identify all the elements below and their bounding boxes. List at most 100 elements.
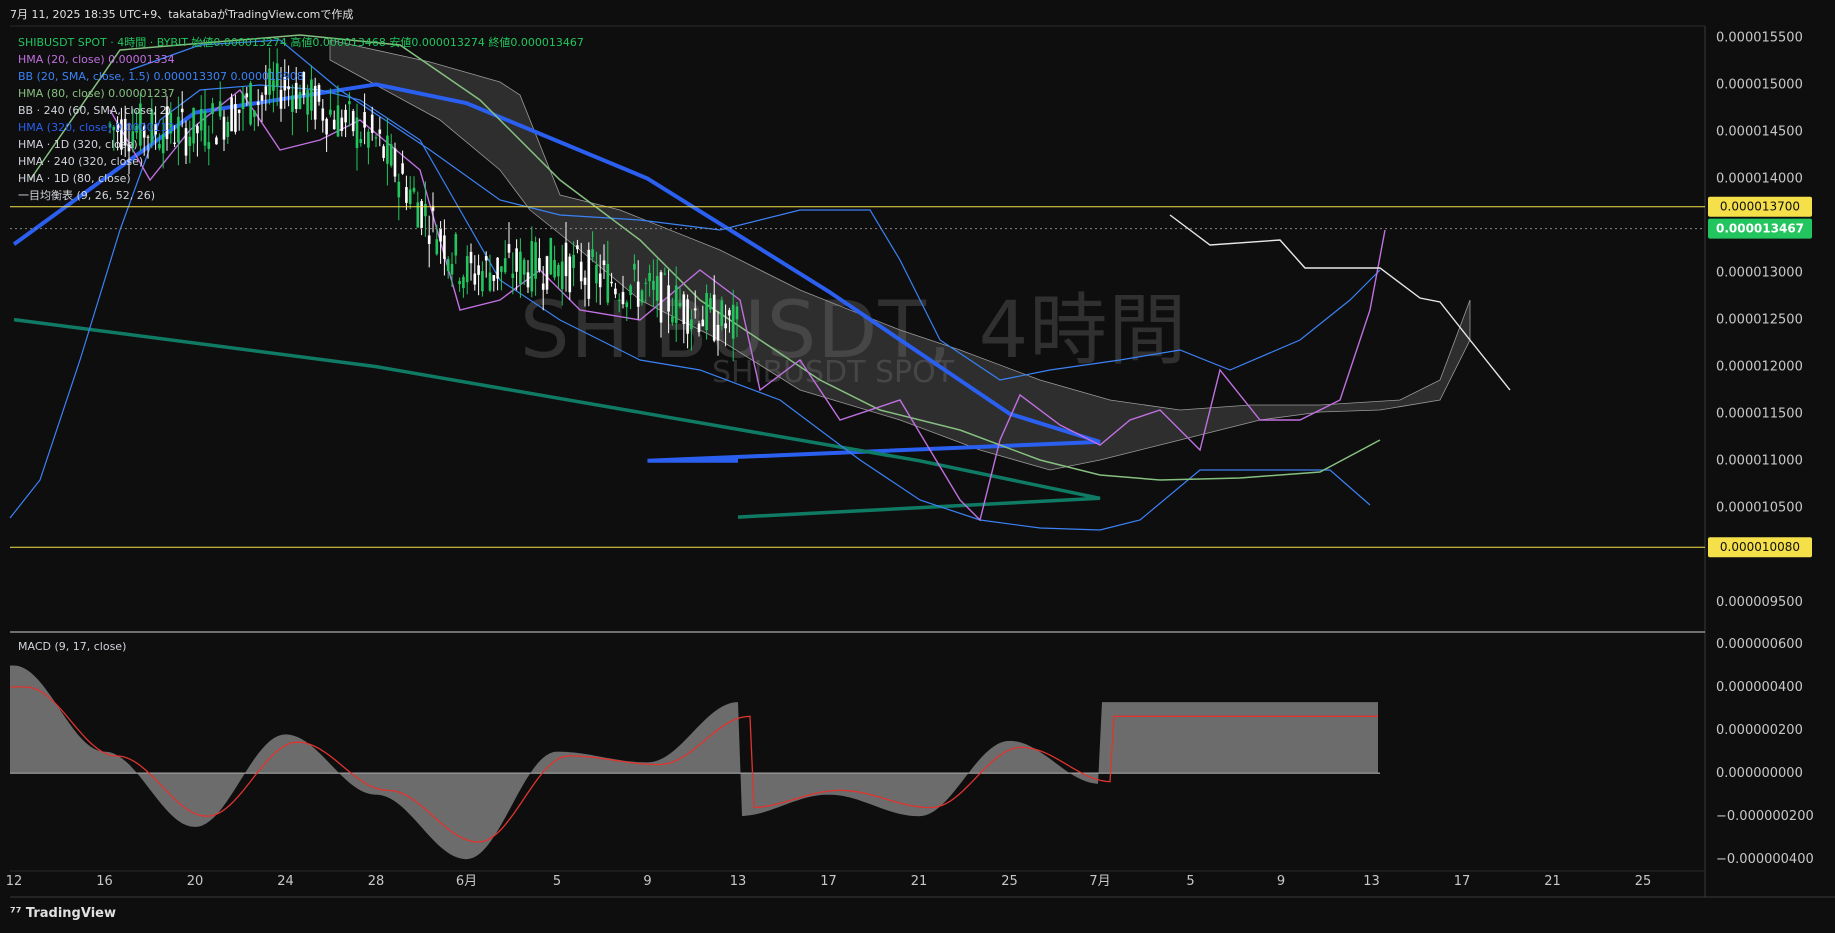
candle-body [488,272,492,291]
candle-body [576,245,579,250]
candle-body [583,277,587,285]
candle-body [709,298,712,310]
candle-body [663,273,667,275]
time-tick-label: 5 [553,874,561,889]
candle-body [484,256,488,261]
price-tick-label: 0.000012500 [1716,313,1803,328]
time-tick-label: 9 [1277,874,1285,889]
legend-main: SHIBUSDT SPOT · 4時間 · BYBIT 始値0.00001327… [18,36,584,49]
candle-body [655,276,659,301]
legend-hma320: HMA (320, close) 0.0000112 [18,121,175,134]
candle-body [439,228,442,242]
tradingview-logo[interactable]: ⁷⁷ TradingView [10,906,116,921]
candle-body [686,299,689,334]
price-tick-label: 0.000009500 [1716,595,1803,610]
price-axis: 0.000015500 0.000015000 0.000014500 0.00001… [1716,30,1814,867]
time-tick-label: 6月 [456,874,477,889]
macd-tick-label: 0.000000600 [1716,637,1803,652]
legend-bb: BB (20, SMA, close, 1.5) 0.000013307 0.0… [18,70,304,83]
candle-body [587,249,591,299]
candle-body [553,260,556,278]
time-tick-label: 25 [1001,874,1018,889]
candle-body [519,251,522,285]
macd-tick-label: −0.000000200 [1716,809,1814,824]
candle-body [693,308,697,311]
price-tick-label: 0.000011500 [1716,407,1803,422]
price-tick-label: 0.000011000 [1716,454,1803,469]
candle-body [598,273,602,288]
candle-body [507,244,511,253]
candle-body [534,242,537,279]
legend-bb240: BB · 240 (60, SMA, close, 2) [18,104,171,117]
candle-body [446,259,450,272]
candle-body [602,260,606,266]
candle-body [701,319,705,327]
candle-body [591,249,594,258]
candle-body [503,258,507,273]
level-price-label: 0.000010080 [1720,540,1800,554]
projection-line [1169,214,1511,391]
candle-body [629,285,632,296]
last-price-label: 0.000013467 [1716,222,1804,236]
candle-body [568,256,572,293]
legend-ichimoku: 一目均衡表 (9, 26, 52, 26) [18,189,156,202]
candle-body [712,294,716,341]
time-tick-label: 17 [820,874,837,889]
legend-hma1d320: HMA · 1D (320, close) [18,138,138,151]
level-price-label: 0.000013700 [1720,200,1800,214]
candle-body [435,239,439,255]
indicator-legend[interactable]: SHIBUSDT SPOT · 4時間 · BYBIT 始値0.00001327… [18,34,584,204]
candle-body [682,294,686,325]
time-tick-label: 20 [187,874,204,889]
candle-body [424,203,427,217]
candle-body [697,323,701,333]
candle-body [473,273,477,285]
tv-logo-icon: ⁷⁷ [10,906,26,921]
time-tick-label: 13 [1363,874,1380,889]
candle-body [621,292,625,305]
candle-body [515,248,518,272]
candle-body [572,254,575,269]
time-tick-label: 16 [96,874,113,889]
price-tick-label: 0.000014000 [1716,172,1803,187]
candle-body [667,285,670,312]
time-tick-label: 12 [6,874,23,889]
candle-body [716,324,720,341]
time-tick-label: 13 [730,874,747,889]
candle-body [595,264,598,284]
macd-tick-label: 0.000000400 [1716,680,1803,695]
candle-body [617,299,621,301]
candle-body [557,264,560,277]
time-tick-label: 9 [643,874,651,889]
candle-body [469,251,473,264]
macd-legend: MACD (9, 17, close) [18,640,127,653]
time-tick-label: 5 [1186,874,1194,889]
macd-histogram-area [10,665,1378,860]
candle-body [538,258,541,271]
price-tick-label: 0.000010500 [1716,501,1803,516]
candle-body [496,257,499,279]
macd-pane [10,665,1378,860]
candle-body [579,261,583,282]
candle-body [526,272,530,288]
candle-body [705,292,708,331]
candle-body [511,273,515,279]
candle-body [690,319,693,330]
candle-body [500,266,503,272]
candle-body [648,272,651,282]
price-tick-label: 0.000012000 [1716,360,1803,375]
legend-hma1d80: HMA · 1D (80, close) [18,172,131,185]
candle-body [678,303,682,307]
candle-body [545,256,549,290]
candle-body [625,302,629,308]
price-tick-label: 0.000013000 [1716,266,1803,281]
candle-body [454,234,458,256]
candle-body [671,316,674,323]
time-tick-label: 21 [1544,874,1561,889]
candle-body [735,306,739,320]
candle-body [420,201,423,228]
candle-body [541,283,545,290]
candle-body [659,272,663,323]
price-tick-label: 0.000015500 [1716,30,1803,45]
time-tick-label: 21 [911,874,928,889]
